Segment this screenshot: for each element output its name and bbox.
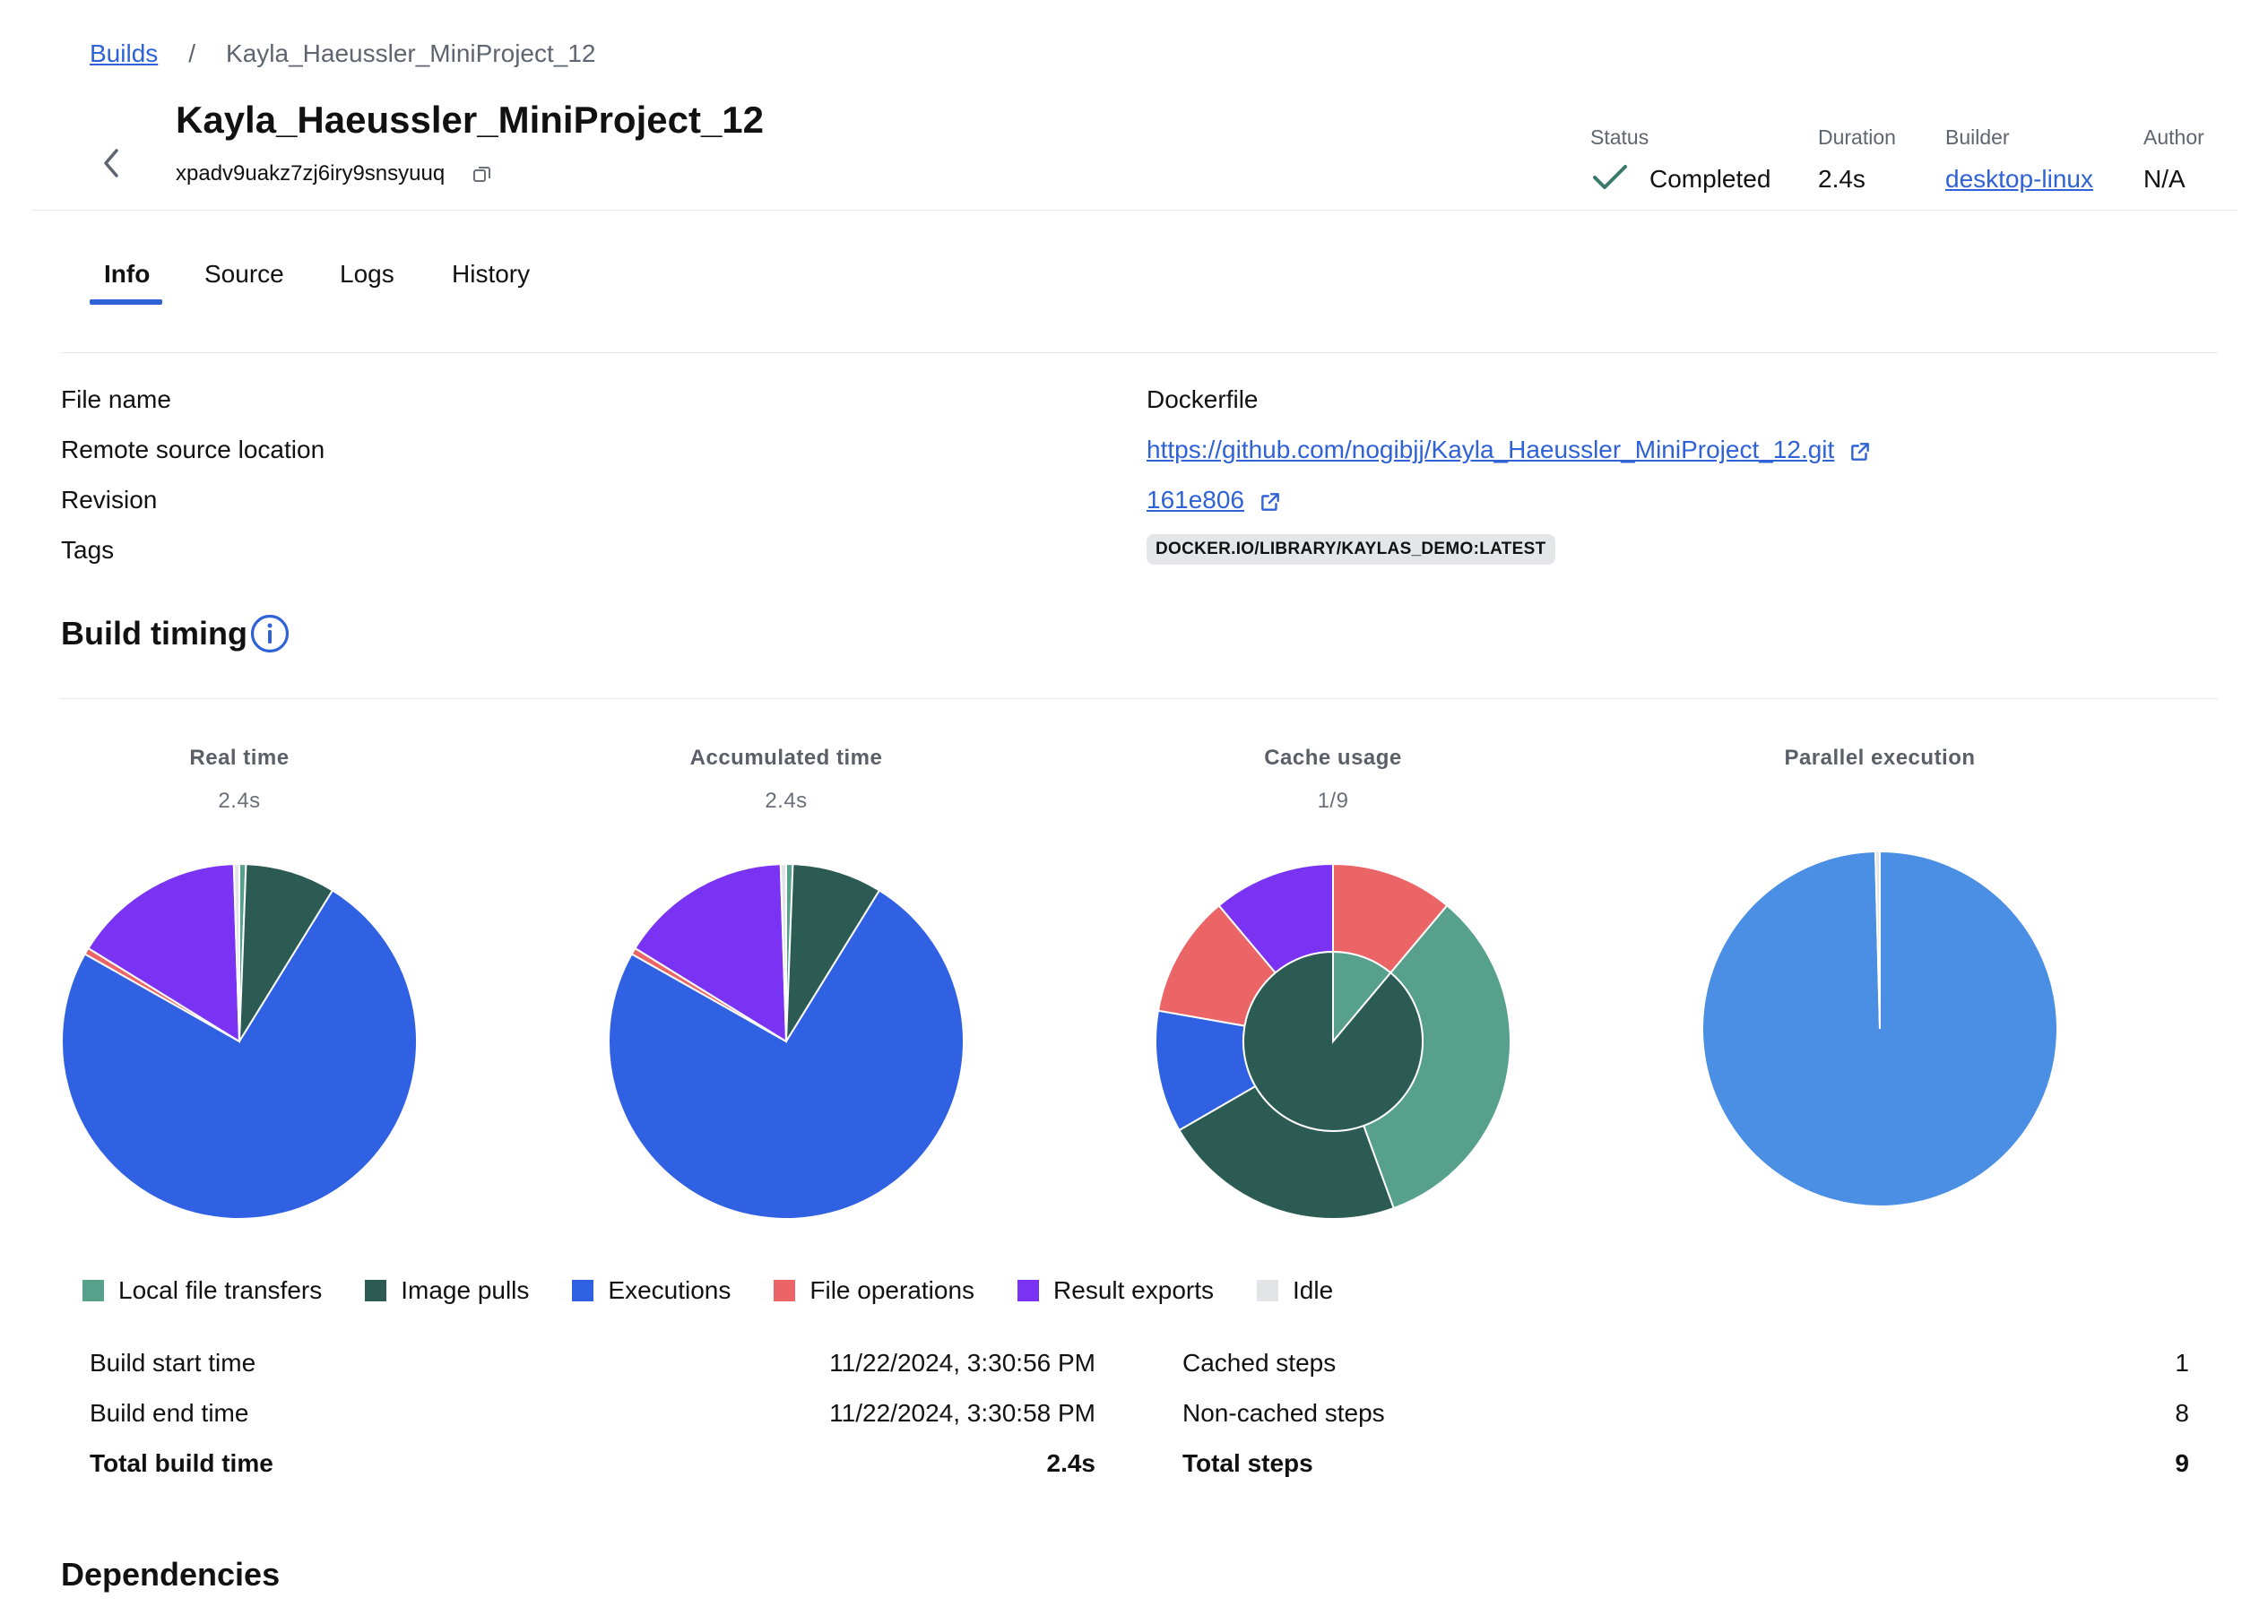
legend-item: File operations <box>774 1276 974 1305</box>
legend-swatch <box>1257 1280 1278 1301</box>
total-build-time-value: 2.4s <box>1046 1449 1096 1477</box>
build-start-label: Build start time <box>90 1349 256 1377</box>
cached-steps-label: Cached steps <box>1182 1349 1337 1377</box>
legend-swatch <box>82 1280 104 1301</box>
legend-label: Executions <box>608 1276 731 1304</box>
legend-label: Result exports <box>1053 1276 1214 1304</box>
total-build-time-label: Total build time <box>90 1449 273 1477</box>
dependencies-title: Dependencies <box>61 1556 281 1593</box>
legend-label: Local file transfers <box>118 1276 323 1304</box>
build-start-value: 11/22/2024, 3:30:56 PM <box>829 1349 1095 1377</box>
non-cached-steps-value: 8 <box>2175 1399 2189 1427</box>
cached-steps-value: 1 <box>2175 1349 2189 1377</box>
legend-swatch <box>1017 1280 1040 1301</box>
legend-label: File operations <box>809 1276 975 1304</box>
legend-swatch <box>365 1280 387 1301</box>
legend-item: Executions <box>572 1276 731 1305</box>
legend-item: Image pulls <box>365 1276 529 1305</box>
legend-item: Local file transfers <box>82 1276 322 1305</box>
cache-usage-inner-slice <box>1242 950 1424 1132</box>
build-end-label: Build end time <box>90 1399 249 1427</box>
build-timing-charts <box>61 850 2058 1220</box>
legend-item: Idle <box>1257 1276 1333 1305</box>
legend-swatch <box>774 1280 796 1301</box>
legend-swatch <box>572 1280 594 1301</box>
total-steps-label: Total steps <box>1182 1449 1313 1477</box>
non-cached-steps-label: Non-cached steps <box>1182 1399 1385 1427</box>
legend-label: Image pulls <box>401 1276 530 1304</box>
chart-legend: Local file transfers Image pulls Execution… <box>82 1276 1376 1305</box>
total-steps-value: 9 <box>2175 1449 2189 1477</box>
build-end-value: 11/22/2024, 3:30:58 PM <box>829 1399 1095 1427</box>
legend-item: Result exports <box>1017 1276 1214 1305</box>
legend-label: Idle <box>1293 1276 1334 1304</box>
